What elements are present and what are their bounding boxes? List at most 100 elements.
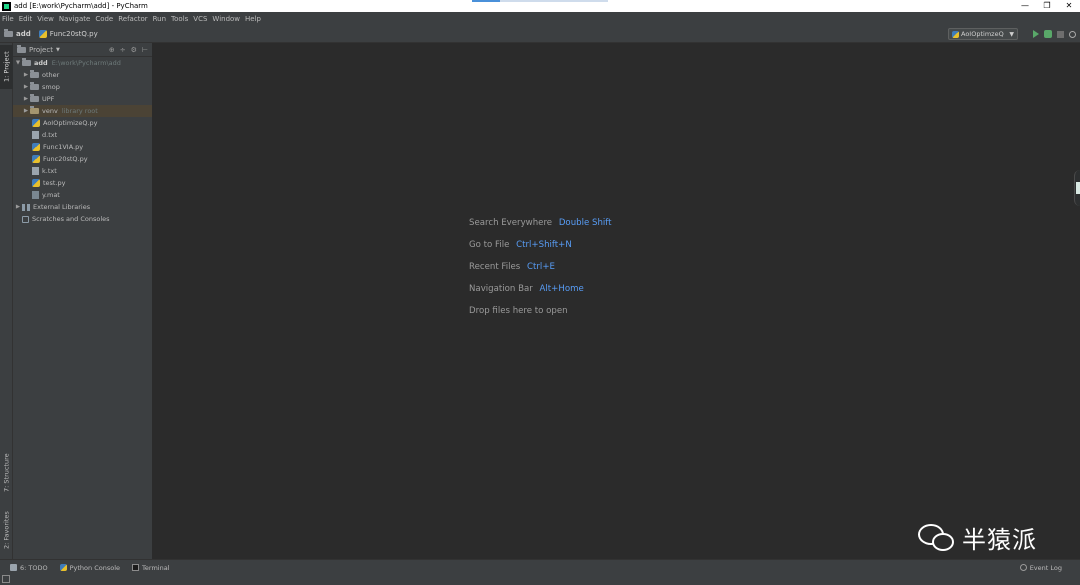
menu-vcs[interactable]: VCS — [193, 15, 207, 23]
root-path: E:\work\Pycharm\add — [51, 59, 121, 67]
tree-folder-venv[interactable]: ▶ venv library root — [13, 105, 152, 117]
folder-icon — [30, 94, 39, 102]
run-configuration-dropdown[interactable]: AoIOptimzeQ ▼ — [948, 28, 1018, 40]
watermark: 半猿派 — [916, 520, 1037, 555]
terminal-label: Terminal — [142, 563, 170, 572]
stop-icon[interactable] — [1057, 30, 1064, 38]
expanded-arrow-icon[interactable]: ▼ — [14, 60, 22, 66]
locate-icon[interactable]: ⊕ — [109, 46, 115, 54]
root-name: add — [34, 59, 48, 67]
todo-icon — [10, 564, 17, 571]
floating-side-widget — [1074, 170, 1080, 206]
tip-label: Search Everywhere — [469, 218, 553, 228]
todo-item[interactable]: 6: TODO — [10, 564, 48, 572]
bottom-bar — [0, 575, 1080, 585]
tree-file[interactable]: AoIOptimizeQ.py — [13, 117, 152, 129]
folder-icon — [30, 70, 39, 78]
tree-folder-smop[interactable]: ▶ smop — [13, 81, 152, 93]
minimize-button[interactable]: — — [1014, 0, 1036, 12]
tree-folder-upf[interactable]: ▶ UPF — [13, 93, 152, 105]
tip-go-to-file: Go to File Ctrl+Shift+N — [469, 240, 612, 262]
tree-scratches[interactable]: Scratches and Consoles — [13, 213, 152, 225]
tree-file[interactable]: k.txt — [13, 165, 152, 177]
folder-icon — [30, 82, 39, 90]
menu-window[interactable]: Window — [212, 15, 240, 23]
tree-file[interactable]: d.txt — [13, 129, 152, 141]
collapse-icon[interactable]: ÷ — [120, 46, 126, 54]
collapsed-arrow-icon[interactable]: ▶ — [22, 108, 30, 114]
collapsed-arrow-icon[interactable]: ▶ — [22, 72, 30, 78]
tree-file[interactable]: test.py — [13, 177, 152, 189]
file-label: test.py — [43, 179, 66, 187]
tab-favorites-label: 2: Favorites — [2, 511, 11, 549]
menu-refactor[interactable]: Refactor — [118, 15, 147, 23]
text-file-icon — [32, 131, 39, 139]
title-bar: add [E:\work\Pycharm\add] - PyCharm — ❐ … — [0, 0, 1080, 12]
project-panel-title[interactable]: Project — [29, 46, 53, 54]
hide-icon[interactable]: ⊢ — [142, 46, 148, 54]
project-panel: Project ▼ ⊕ ÷ ⚙ ⊢ ▼ add E:\work\Pycharm\… — [13, 43, 153, 559]
breadcrumb-file[interactable]: Func20stQ.py — [50, 30, 98, 38]
close-button[interactable]: ✕ — [1058, 0, 1080, 12]
project-panel-header: Project ▼ ⊕ ÷ ⚙ ⊢ — [13, 43, 152, 57]
tree-folder-other[interactable]: ▶ other — [13, 69, 152, 81]
tab-project-label: 1: Project — [2, 51, 11, 83]
library-icon — [22, 203, 30, 211]
project-view-icon — [17, 44, 26, 53]
tab-favorites[interactable]: 2: Favorites — [0, 505, 13, 555]
tip-shortcut: Double Shift — [558, 218, 612, 228]
menu-run[interactable]: Run — [153, 15, 166, 23]
tree-root[interactable]: ▼ add E:\work\Pycharm\add — [13, 57, 152, 69]
collapsed-arrow-icon[interactable]: ▶ — [22, 84, 30, 90]
python-console-icon — [59, 564, 67, 571]
folder-label: UPF — [42, 95, 55, 103]
library-root-hint: library root — [61, 107, 98, 115]
tree-file[interactable]: y.mat — [13, 189, 152, 201]
window-title: add [E:\work\Pycharm\add] - PyCharm — [14, 2, 148, 10]
editor-area[interactable]: Search Everywhere Double Shift Go to Fil… — [153, 43, 1080, 559]
chevron-down-icon[interactable]: ▼ — [56, 47, 60, 53]
menu-tools[interactable]: Tools — [171, 15, 188, 23]
status-bar: 6: TODO Python Console Terminal Event Lo… — [0, 559, 1080, 575]
menu-file[interactable]: File — [2, 15, 14, 23]
python-console-item[interactable]: Python Console — [59, 564, 120, 572]
menu-navigate[interactable]: Navigate — [59, 15, 90, 23]
tab-structure[interactable]: 7: Structure — [0, 449, 13, 497]
pycharm-logo-icon — [2, 1, 11, 11]
collapsed-arrow-icon[interactable]: ▶ — [22, 96, 30, 102]
tree-external-libraries[interactable]: ▶ External Libraries — [13, 201, 152, 213]
tab-project[interactable]: 1: Project — [0, 45, 13, 89]
tip-navigation-bar: Navigation Bar Alt+Home — [469, 284, 612, 306]
menu-code[interactable]: Code — [95, 15, 113, 23]
menu-edit[interactable]: Edit — [19, 15, 33, 23]
file-label: y.mat — [42, 191, 60, 199]
collapsed-arrow-icon[interactable]: ▶ — [14, 204, 22, 210]
folder-icon — [22, 58, 31, 66]
tip-label: Navigation Bar — [469, 284, 533, 294]
menu-help[interactable]: Help — [245, 15, 261, 23]
tree-file[interactable]: Func20stQ.py — [13, 153, 152, 165]
mat-file-icon — [32, 191, 39, 199]
tip-label: Recent Files — [469, 262, 521, 272]
run-icon[interactable] — [1033, 30, 1039, 38]
terminal-icon — [132, 564, 140, 571]
menu-view[interactable]: View — [37, 15, 54, 23]
breadcrumb-project[interactable]: add — [16, 30, 31, 38]
python-file-icon — [32, 179, 40, 187]
tree-file[interactable]: Func1VIA.py — [13, 141, 152, 153]
event-log-icon — [1019, 564, 1027, 571]
text-file-icon — [32, 167, 39, 175]
debug-icon[interactable] — [1044, 30, 1052, 38]
search-icon[interactable] — [1069, 30, 1076, 38]
project-panel-actions: ⊕ ÷ ⚙ ⊢ — [109, 46, 148, 54]
gear-icon[interactable]: ⚙ — [131, 46, 137, 54]
restore-button[interactable]: ❐ — [1036, 0, 1058, 12]
toggle-tool-windows-icon[interactable] — [2, 575, 10, 583]
tip-shortcut: Ctrl+E — [527, 262, 555, 272]
editor-empty-tips: Search Everywhere Double Shift Go to Fil… — [469, 218, 612, 328]
event-log-item[interactable]: Event Log — [1019, 564, 1062, 572]
watermark-text: 半猿派 — [962, 526, 1037, 554]
external-libraries-label: External Libraries — [33, 203, 91, 211]
terminal-item[interactable]: Terminal — [132, 563, 170, 572]
folder-label: smop — [42, 83, 60, 91]
